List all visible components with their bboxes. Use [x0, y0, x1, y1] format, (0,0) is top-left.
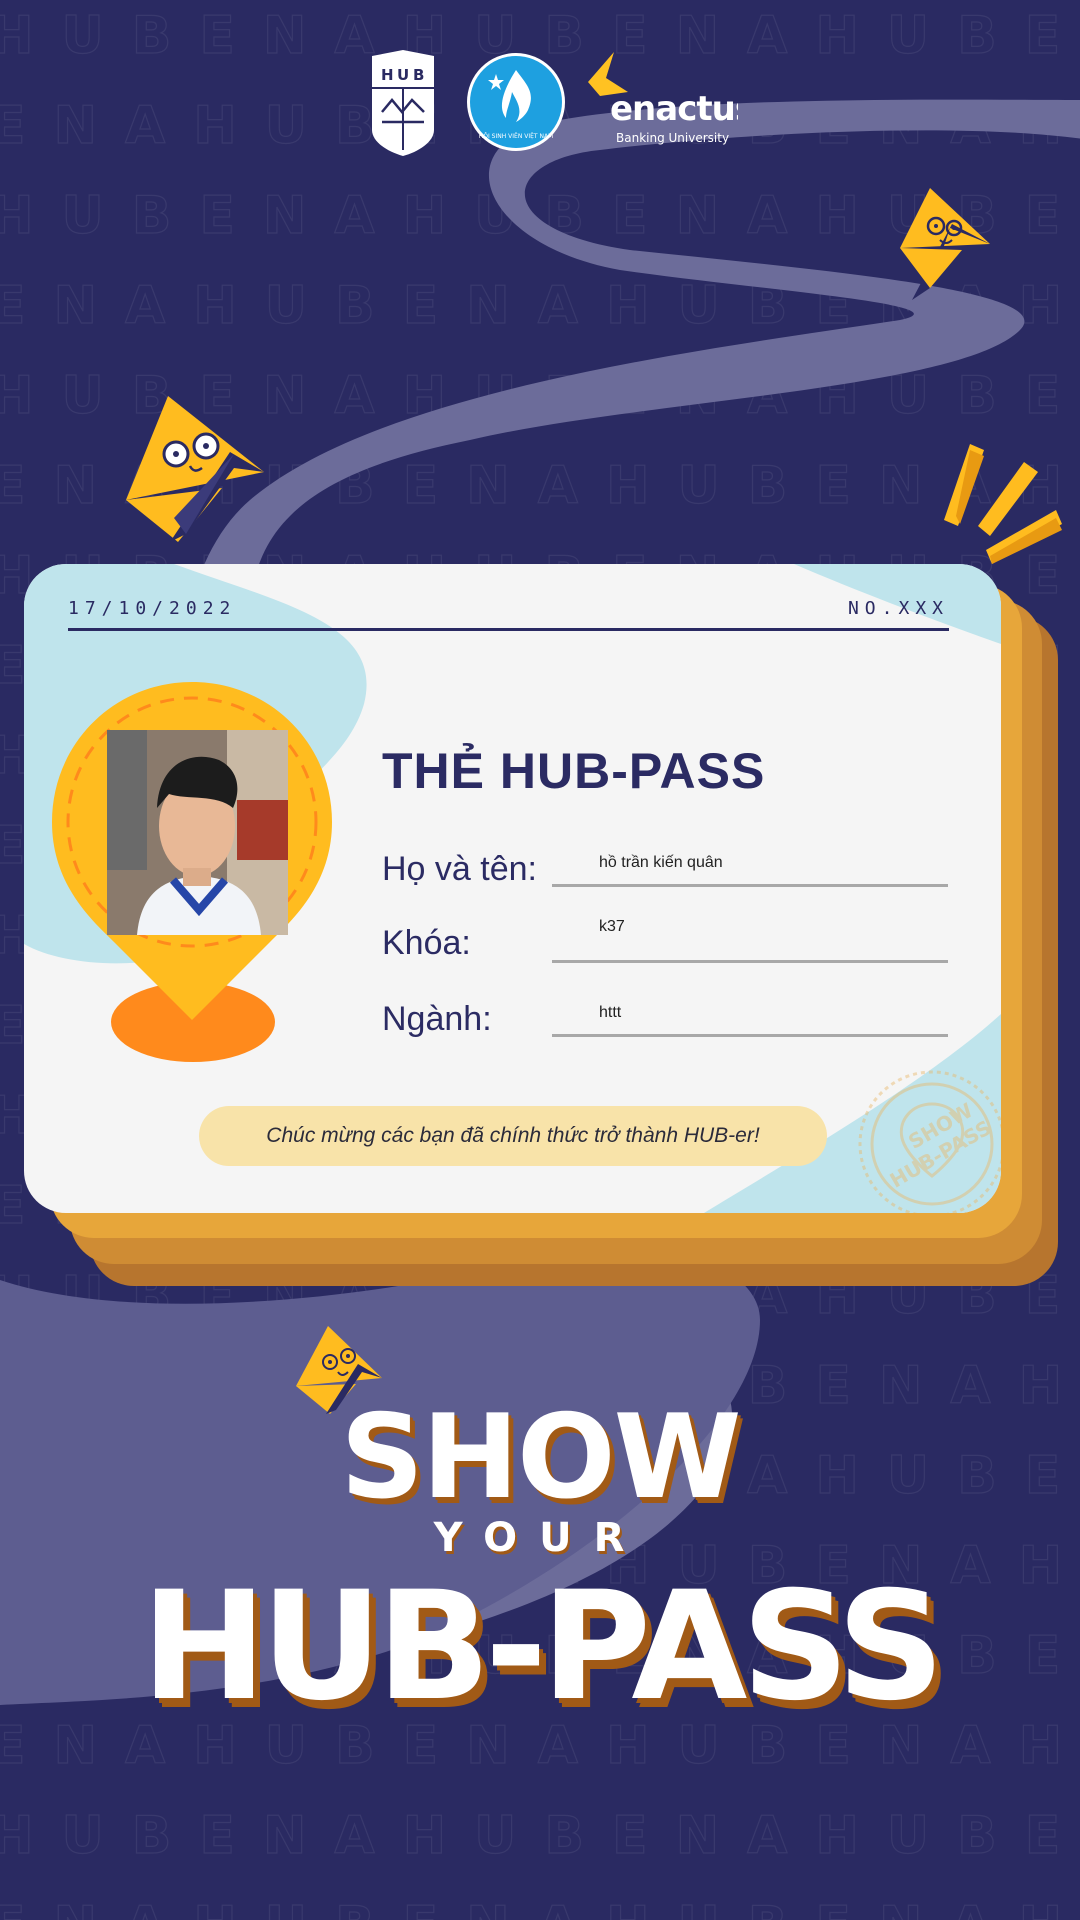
value-cohort: k37 [599, 918, 625, 935]
card-number: NO.XXX [847, 598, 949, 619]
student-photo [107, 730, 288, 935]
mascot-icon-left [126, 396, 264, 542]
enactus-logo: enactus Banking University [588, 52, 738, 145]
underline-full-name [552, 884, 948, 887]
headline-hub-pass: HUB-PASS [141, 1560, 945, 1734]
card-title: THẺ HUB-PASS [382, 743, 766, 799]
headline-show: SHOW [340, 1390, 741, 1525]
hub-logo-letter-b: B [413, 66, 424, 84]
underline-major [552, 1034, 948, 1037]
enactus-subtitle: Banking University [616, 131, 729, 145]
value-full-name: hồ trần kiến quân [599, 854, 723, 871]
issue-date: 17/10/2022 [68, 598, 237, 619]
header-divider [68, 628, 949, 631]
label-major: Ngành: [382, 1000, 492, 1038]
congrats-banner: Chúc mừng các bạn đã chính thức trở thàn… [199, 1106, 827, 1166]
hoi-sinh-vien-text: HỘI SINH VIÊN VIỆT NAM [479, 132, 553, 140]
hub-logo-letter-h: H [381, 66, 394, 84]
hoi-sinh-vien-logo: HỘI SINH VIÊN VIỆT NAM [467, 53, 565, 151]
headline-your: YOUR [433, 1515, 647, 1561]
hub-logo: H U B [372, 50, 434, 156]
mascot-icon-top-right [900, 188, 990, 300]
underline-cohort [552, 960, 948, 963]
value-major: httt [599, 1004, 622, 1021]
congrats-message: Chúc mừng các bạn đã chính thức trở thàn… [266, 1124, 760, 1147]
partner-logos: H U B HỘI SINH VIÊN VIỆT NAM enactus Ban… [0, 48, 1080, 168]
hub-logo-letter-u: U [397, 66, 409, 84]
label-cohort: Khóa: [382, 924, 471, 962]
enactus-wordmark: enactus [610, 89, 738, 129]
sparkle-lines-icon [944, 444, 1062, 564]
label-full-name: Họ và tên: [382, 850, 537, 888]
hub-pass-poster: HUBENAHUBENAHUBENAHUBENAENAHUBENAHUBENAH… [0, 0, 1080, 1920]
